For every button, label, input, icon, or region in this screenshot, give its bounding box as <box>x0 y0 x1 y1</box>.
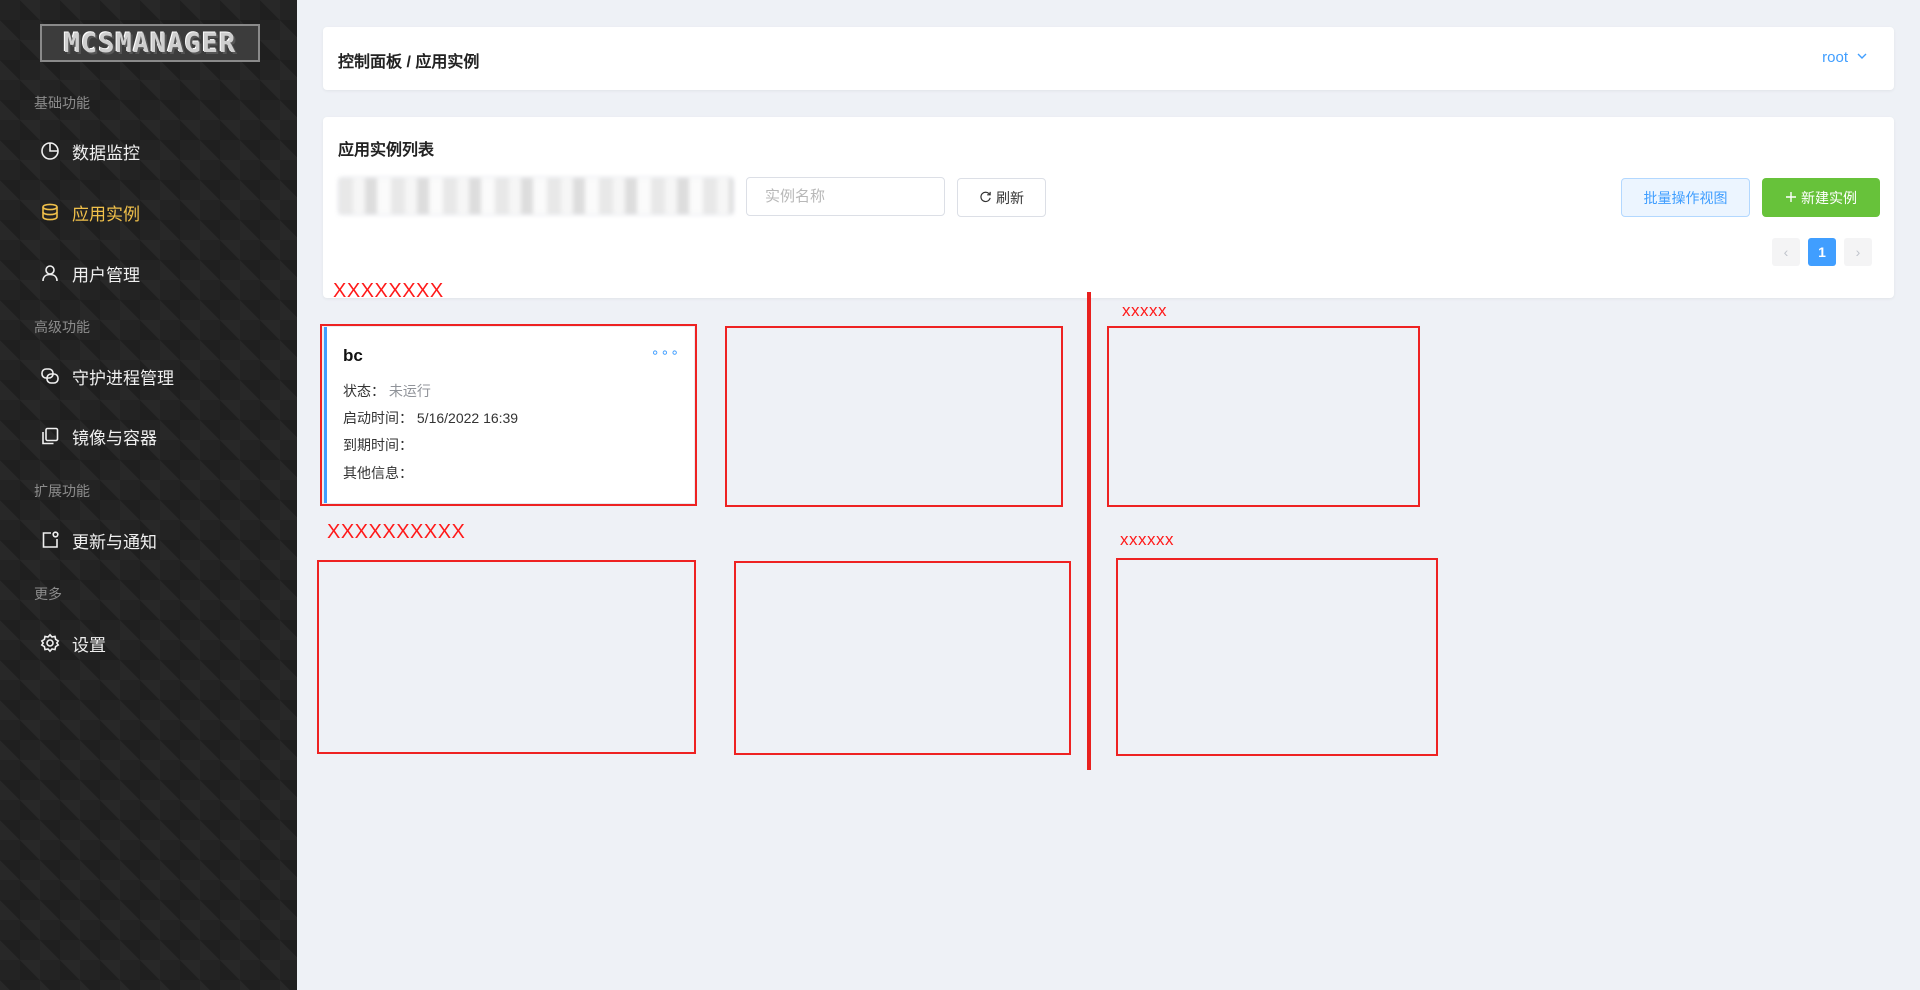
annotation-label-top-left: XXXXXXXX <box>333 280 444 302</box>
sidebar-section-more: 更多 <box>34 586 62 602</box>
pagination: ‹ 1 › <box>1772 238 1872 266</box>
sidebar-section-basic: 基础功能 <box>34 95 90 111</box>
app-logo: MCSMANAGER <box>40 24 260 62</box>
annotation-box <box>734 561 1071 755</box>
sidebar-item-label: 设置 <box>72 635 106 655</box>
search-input[interactable] <box>746 177 945 216</box>
new-instance-label: 新建实例 <box>1801 189 1857 206</box>
notification-icon <box>40 530 60 550</box>
sidebar-item-label: 更新与通知 <box>72 532 157 552</box>
annotation-label-bottom-left: XXXXXXXXXX <box>327 521 466 543</box>
breadcrumb: 控制面板 / 应用实例 <box>338 54 480 71</box>
annotation-divider <box>1087 292 1091 770</box>
header-bar: 控制面板 / 应用实例 root <box>323 27 1894 90</box>
list-title: 应用实例列表 <box>338 142 435 159</box>
sidebar-item-label: 用户管理 <box>72 265 140 285</box>
sidebar-section-extension: 扩展功能 <box>34 483 90 499</box>
page-number[interactable]: 1 <box>1808 238 1836 266</box>
user-icon <box>40 263 60 283</box>
annotation-label-top-right: xxxxx <box>1122 301 1167 320</box>
sidebar-item-daemon[interactable]: 守护进程管理 <box>0 351 297 401</box>
sidebar-item-images[interactable]: 镜像与容器 <box>0 411 297 461</box>
prev-page-button[interactable]: ‹ <box>1772 238 1800 266</box>
sidebar-item-monitor[interactable]: 数据监控 <box>0 126 297 176</box>
refresh-label: 刷新 <box>996 189 1024 206</box>
sidebar-item-label: 应用实例 <box>72 204 140 224</box>
next-page-button[interactable]: › <box>1844 238 1872 266</box>
sidebar-item-instances[interactable]: 应用实例 <box>0 187 297 237</box>
user-menu[interactable]: root <box>1822 49 1868 66</box>
link-icon <box>40 366 60 386</box>
sidebar-item-updates[interactable]: 更新与通知 <box>0 515 297 565</box>
user-name: root <box>1822 49 1848 66</box>
annotation-box <box>1107 326 1420 507</box>
annotation-label-bottom-right: xxxxxx <box>1120 530 1174 549</box>
sidebar-item-label: 镜像与容器 <box>72 428 157 448</box>
pie-chart-icon <box>40 141 60 161</box>
refresh-icon <box>979 190 992 206</box>
plus-icon <box>1785 190 1797 206</box>
daemon-selector[interactable] <box>338 177 734 215</box>
chevron-down-icon <box>1856 49 1868 66</box>
sidebar-item-users[interactable]: 用户管理 <box>0 248 297 298</box>
batch-operation-button[interactable]: 批量操作视图 <box>1621 178 1750 217</box>
sidebar-item-settings[interactable]: 设置 <box>0 618 297 668</box>
sidebar-item-label: 守护进程管理 <box>72 368 174 388</box>
annotation-box <box>317 560 696 754</box>
instance-list-panel: 应用实例列表 刷新 批量操作视图 新建实例 ‹ 1 › <box>323 117 1894 298</box>
copy-icon <box>40 426 60 446</box>
refresh-button[interactable]: 刷新 <box>957 178 1046 217</box>
sidebar-section-advanced: 高级功能 <box>34 319 90 335</box>
annotation-box <box>1116 558 1438 756</box>
database-icon <box>40 202 60 222</box>
gear-icon <box>40 633 60 653</box>
sidebar: MCSMANAGER 基础功能 数据监控 应用实例 用户管理 高级功能 守护进程… <box>0 0 297 990</box>
annotation-box <box>320 324 697 506</box>
new-instance-button[interactable]: 新建实例 <box>1762 178 1880 217</box>
annotation-box <box>725 326 1063 507</box>
sidebar-item-label: 数据监控 <box>72 143 140 163</box>
